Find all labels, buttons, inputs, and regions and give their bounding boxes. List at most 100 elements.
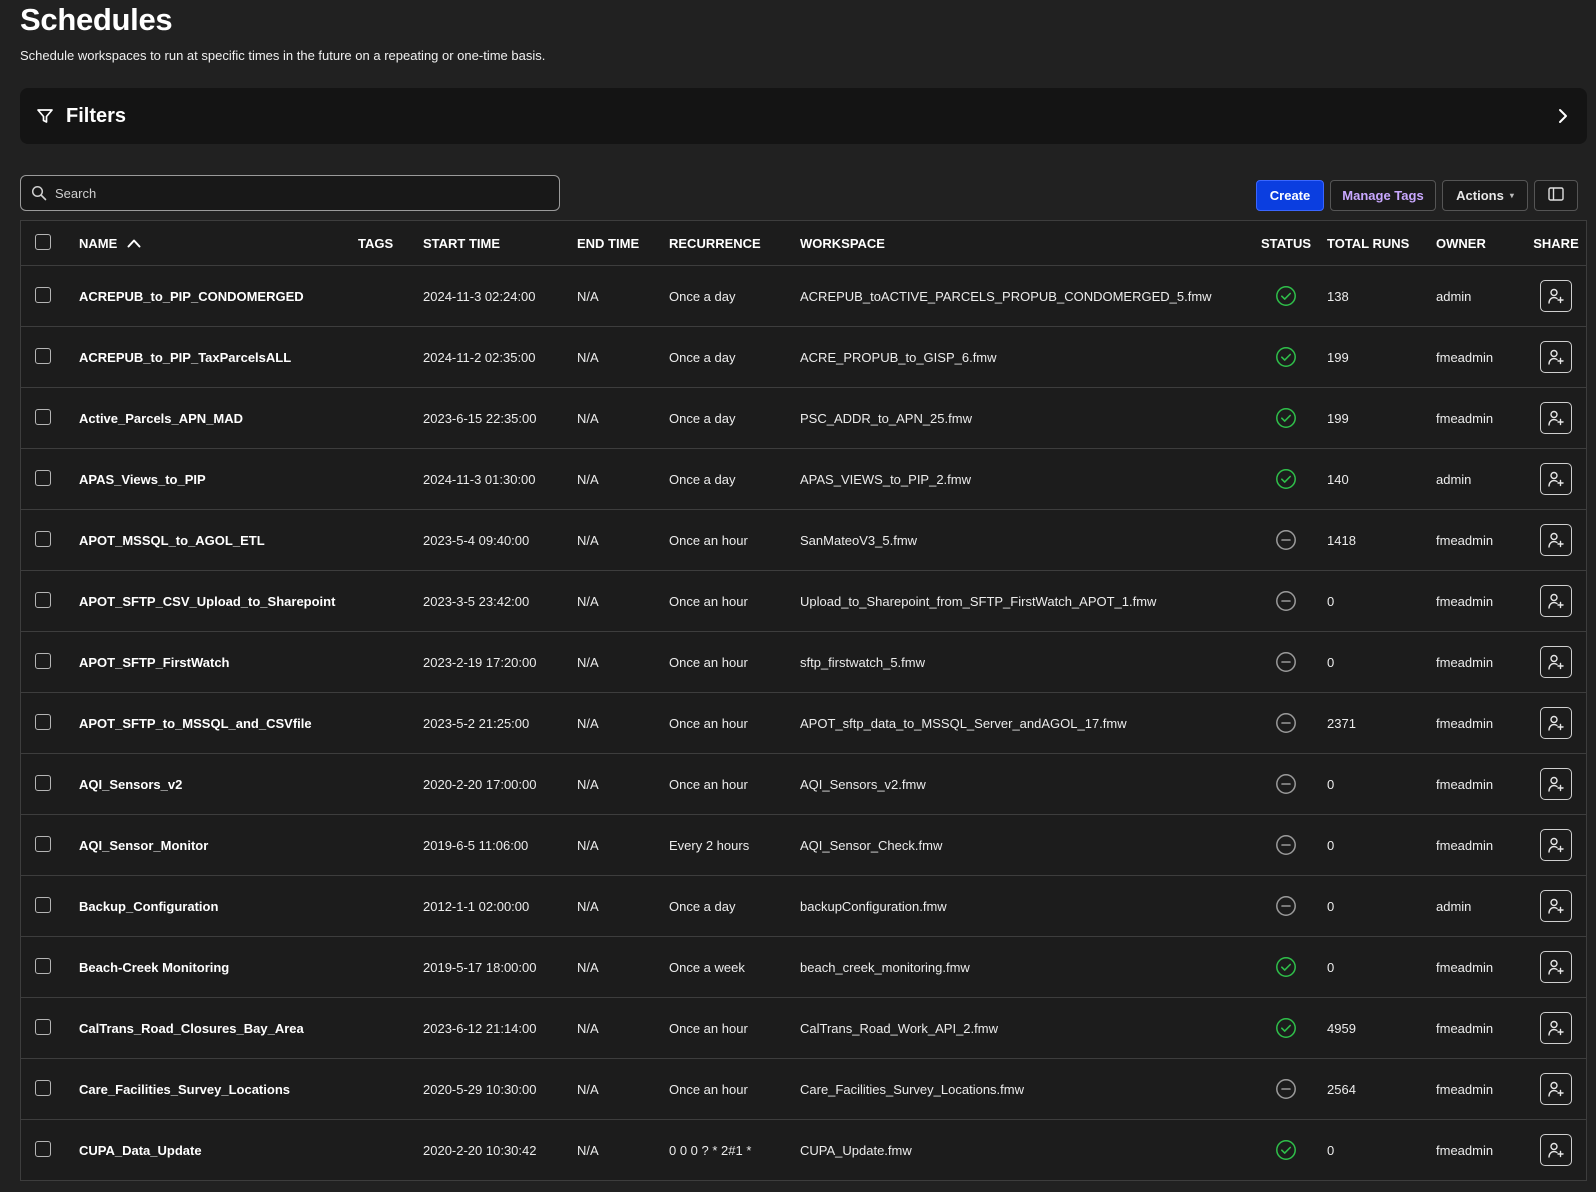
- manage-tags-button[interactable]: Manage Tags: [1330, 180, 1436, 211]
- schedule-name[interactable]: Beach-Creek Monitoring: [79, 960, 358, 975]
- status-icon: [1275, 1078, 1297, 1100]
- status-icon: [1275, 651, 1297, 673]
- schedule-name[interactable]: CalTrans_Road_Closures_Bay_Area: [79, 1021, 358, 1036]
- schedule-name[interactable]: APAS_Views_to_PIP: [79, 472, 358, 487]
- column-header-end-time[interactable]: END TIME: [577, 236, 669, 251]
- row-checkbox[interactable]: [35, 713, 51, 730]
- share-button[interactable]: [1540, 585, 1572, 617]
- schedule-workspace: CalTrans_Road_Work_API_2.fmw: [800, 1020, 998, 1036]
- row-checkbox[interactable]: [35, 896, 51, 913]
- status-icon: [1275, 1139, 1297, 1161]
- share-button[interactable]: [1540, 402, 1572, 434]
- schedule-start-time: 2024-11-2 02:35:00: [423, 349, 536, 365]
- row-checkbox[interactable]: [35, 774, 51, 791]
- share-button[interactable]: [1540, 1073, 1572, 1105]
- column-header-start-time[interactable]: START TIME: [423, 236, 577, 251]
- schedule-name[interactable]: APOT_SFTP_FirstWatch: [79, 655, 358, 670]
- schedule-start-time: 2020-5-29 10:30:00: [423, 1081, 537, 1097]
- share-user-add-icon: [1548, 1142, 1564, 1158]
- row-checkbox[interactable]: [35, 408, 51, 425]
- table-row[interactable]: AQI_Sensors_v2 2020-2-20 17:00:00 N/A On…: [21, 754, 1586, 815]
- schedule-name[interactable]: APOT_SFTP_to_MSSQL_and_CSVfile: [79, 716, 358, 731]
- schedule-total-runs: 4959: [1327, 1020, 1356, 1036]
- row-checkbox[interactable]: [35, 530, 51, 547]
- column-settings-button[interactable]: [1534, 180, 1578, 211]
- select-all-checkbox[interactable]: [35, 233, 51, 250]
- column-header-recurrence[interactable]: RECURRENCE: [669, 236, 800, 251]
- row-checkbox[interactable]: [35, 957, 51, 974]
- schedule-workspace: sftp_firstwatch_5.fmw: [800, 654, 925, 670]
- share-button[interactable]: [1540, 280, 1572, 312]
- share-user-add-icon: [1548, 898, 1564, 914]
- share-button[interactable]: [1540, 524, 1572, 556]
- share-button[interactable]: [1540, 341, 1572, 373]
- share-user-add-icon: [1548, 959, 1564, 975]
- share-user-add-icon: [1548, 715, 1564, 731]
- schedule-name[interactable]: Care_Facilities_Survey_Locations: [79, 1082, 358, 1097]
- row-checkbox[interactable]: [35, 469, 51, 486]
- schedule-name[interactable]: Backup_Configuration: [79, 899, 358, 914]
- share-button[interactable]: [1540, 1134, 1572, 1166]
- schedule-name[interactable]: APOT_MSSQL_to_AGOL_ETL: [79, 533, 358, 548]
- row-checkbox[interactable]: [35, 286, 51, 303]
- column-header-workspace[interactable]: WORKSPACE: [800, 236, 1247, 251]
- row-checkbox[interactable]: [35, 1140, 51, 1157]
- schedule-end-time: N/A: [577, 532, 599, 548]
- create-button[interactable]: Create: [1256, 180, 1324, 211]
- table-row[interactable]: Active_Parcels_APN_MAD 2023-6-15 22:35:0…: [21, 388, 1586, 449]
- schedule-status: [1247, 956, 1325, 978]
- table-row[interactable]: AQI_Sensor_Monitor 2019-6-5 11:06:00 N/A…: [21, 815, 1586, 876]
- table-row[interactable]: ACREPUB_to_PIP_TaxParcelsALL 2024-11-2 0…: [21, 327, 1586, 388]
- actions-label: Actions: [1456, 188, 1504, 203]
- table-row[interactable]: APAS_Views_to_PIP 2024-11-3 01:30:00 N/A…: [21, 449, 1586, 510]
- row-checkbox[interactable]: [35, 652, 51, 669]
- schedule-recurrence: Every 2 hours: [669, 837, 750, 853]
- share-button[interactable]: [1540, 890, 1572, 922]
- row-checkbox[interactable]: [35, 1018, 51, 1035]
- table-header-row: NAME TAGS START TIME END TIME RECURRENCE…: [21, 221, 1586, 266]
- column-header-owner[interactable]: OWNER: [1436, 236, 1526, 251]
- actions-dropdown[interactable]: Actions ▾: [1442, 180, 1528, 211]
- schedule-start-time: 2023-3-5 23:42:00: [423, 593, 530, 609]
- column-header-status[interactable]: STATUS: [1247, 236, 1325, 251]
- column-header-tags[interactable]: TAGS: [358, 236, 423, 251]
- share-button[interactable]: [1540, 646, 1572, 678]
- row-checkbox[interactable]: [35, 835, 51, 852]
- row-checkbox[interactable]: [35, 347, 51, 364]
- search-input[interactable]: [55, 185, 549, 201]
- schedule-total-runs: 0: [1327, 837, 1335, 853]
- schedule-name[interactable]: Active_Parcels_APN_MAD: [79, 411, 358, 426]
- schedule-status: [1247, 1017, 1325, 1039]
- share-button[interactable]: [1540, 951, 1572, 983]
- table-row[interactable]: APOT_SFTP_CSV_Upload_to_Sharepoint 2023-…: [21, 571, 1586, 632]
- schedule-name[interactable]: APOT_SFTP_CSV_Upload_to_Sharepoint: [79, 594, 358, 609]
- row-checkbox[interactable]: [35, 1079, 51, 1096]
- table-row[interactable]: Care_Facilities_Survey_Locations 2020-5-…: [21, 1059, 1586, 1120]
- table-row[interactable]: APOT_SFTP_FirstWatch 2023-2-19 17:20:00 …: [21, 632, 1586, 693]
- table-row[interactable]: Backup_Configuration 2012-1-1 02:00:00 N…: [21, 876, 1586, 937]
- schedule-name[interactable]: AQI_Sensor_Monitor: [79, 838, 358, 853]
- table-row[interactable]: APOT_SFTP_to_MSSQL_and_CSVfile 2023-5-2 …: [21, 693, 1586, 754]
- schedule-name[interactable]: ACREPUB_to_PIP_CONDOMERGED: [79, 289, 358, 304]
- table-row[interactable]: APOT_MSSQL_to_AGOL_ETL 2023-5-4 09:40:00…: [21, 510, 1586, 571]
- schedule-name[interactable]: CUPA_Data_Update: [79, 1143, 358, 1158]
- row-checkbox[interactable]: [35, 591, 51, 608]
- schedule-end-time: N/A: [577, 1081, 599, 1097]
- schedule-share-cell: [1526, 341, 1586, 373]
- schedule-name[interactable]: AQI_Sensors_v2: [79, 777, 358, 792]
- column-header-name[interactable]: NAME: [79, 236, 358, 251]
- schedule-share-cell: [1526, 1134, 1586, 1166]
- share-button[interactable]: [1540, 707, 1572, 739]
- share-button[interactable]: [1540, 768, 1572, 800]
- share-button[interactable]: [1540, 829, 1572, 861]
- share-button[interactable]: [1540, 1012, 1572, 1044]
- schedule-name[interactable]: ACREPUB_to_PIP_TaxParcelsALL: [79, 350, 358, 365]
- table-row[interactable]: Beach-Creek Monitoring 2019-5-17 18:00:0…: [21, 937, 1586, 998]
- filters-panel-toggle[interactable]: Filters: [20, 88, 1587, 144]
- schedule-status: [1247, 1078, 1325, 1100]
- share-button[interactable]: [1540, 463, 1572, 495]
- table-row[interactable]: CUPA_Data_Update 2020-2-20 10:30:42 N/A …: [21, 1120, 1586, 1181]
- column-header-total-runs[interactable]: TOTAL RUNS: [1325, 236, 1436, 251]
- table-row[interactable]: CalTrans_Road_Closures_Bay_Area 2023-6-1…: [21, 998, 1586, 1059]
- table-row[interactable]: ACREPUB_to_PIP_CONDOMERGED 2024-11-3 02:…: [21, 266, 1586, 327]
